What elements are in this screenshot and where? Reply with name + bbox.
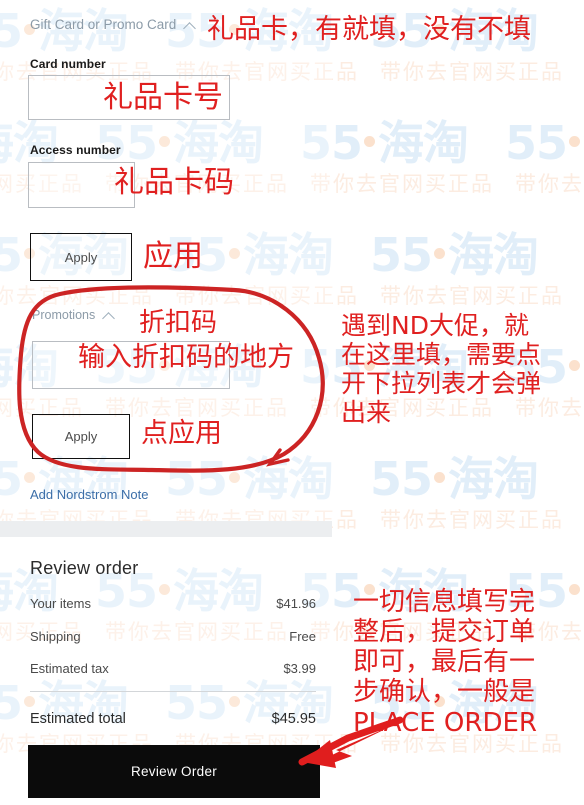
review-order-button[interactable]: Review Order	[28, 745, 320, 798]
order-row: Estimated tax $3.99	[30, 661, 316, 676]
chevron-up-icon	[184, 21, 197, 29]
order-summary-divider	[30, 691, 316, 692]
promotions-section-title: Promotions	[32, 308, 96, 322]
promotions-apply-button[interactable]: Apply	[32, 414, 130, 459]
chevron-up-icon	[103, 311, 116, 319]
annotation-apply-promo: 点应用	[141, 418, 222, 449]
order-total-label: Estimated total	[30, 711, 126, 727]
order-row: Shipping Free	[30, 629, 316, 644]
access-number-label: Access number	[30, 143, 121, 157]
annotation-promo-input: 输入折扣码的地方	[78, 342, 294, 373]
order-row-label: Estimated tax	[30, 661, 109, 676]
giftcard-section-toggle[interactable]: Gift Card or Promo Card	[30, 17, 197, 32]
checkout-screenshot: 55海淘 55海淘 55海淘 带你去官网买正品 带你去官网买正品 带你去官网买正…	[0, 0, 584, 805]
promotions-section-toggle[interactable]: Promotions	[32, 308, 116, 322]
order-row-value: $3.99	[283, 661, 316, 676]
section-divider-band	[0, 521, 332, 537]
order-total-value: $45.95	[271, 711, 316, 727]
annotation-card-number: 礼品卡号	[103, 80, 223, 115]
review-order-title: Review order	[30, 558, 139, 578]
annotation-apply-giftcard: 应用	[143, 239, 203, 274]
order-total-row: Estimated total $45.95	[30, 711, 316, 727]
giftcard-apply-button[interactable]: Apply	[30, 233, 132, 281]
order-row-label: Your items	[30, 596, 91, 611]
annotation-giftcard-header: 礼品卡，有就填，没有不填	[207, 14, 531, 45]
annotation-submit-note: 一切信息填写完 整后，提交订单 即可，最后有一 步确认，一般是 PLACE OR…	[353, 587, 537, 738]
order-row-value: $41.96	[276, 596, 316, 611]
annotation-promo-note: 遇到ND大促，就 在这里填，需要点 开下拉列表才会弹 出来	[341, 311, 542, 427]
annotation-promo-title: 折扣码	[139, 308, 218, 338]
annotation-access-number: 礼品卡码	[114, 165, 234, 200]
giftcard-section-title: Gift Card or Promo Card	[30, 17, 177, 32]
add-nordstrom-note-link[interactable]: Add Nordstrom Note	[30, 487, 149, 502]
order-row: Your items $41.96	[30, 596, 316, 611]
order-row-value: Free	[289, 629, 316, 644]
order-row-label: Shipping	[30, 629, 81, 644]
card-number-label: Card number	[30, 57, 106, 71]
